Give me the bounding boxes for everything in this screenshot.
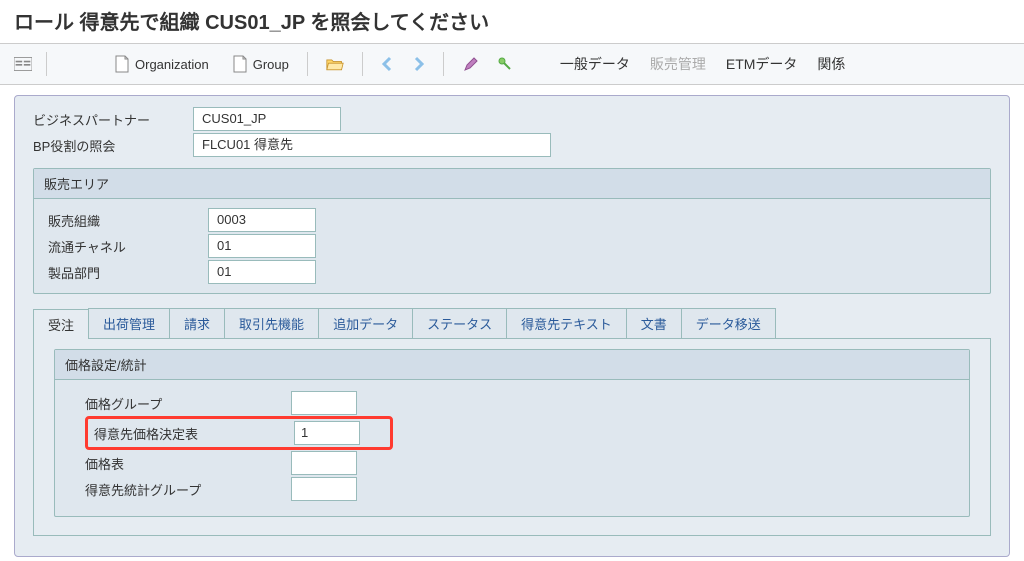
general-data-link[interactable]: 一般データ [554, 52, 636, 76]
tabstrip: 受注 出荷管理 請求 取引先機能 追加データ ステータス 得意先テキスト 文書 … [33, 308, 991, 339]
tab-data-transfer[interactable]: データ移送 [681, 308, 776, 338]
price-group-input[interactable] [291, 391, 357, 415]
sales-area-title: 販売エリア [34, 169, 990, 199]
tab-order[interactable]: 受注 [33, 309, 89, 339]
stats-group-input[interactable] [291, 477, 357, 501]
arrow-right-icon[interactable] [409, 55, 427, 73]
group-label: Group [253, 57, 289, 72]
division-input[interactable]: 01 [208, 260, 316, 284]
organization-label: Organization [135, 57, 209, 72]
menu-icon[interactable] [14, 55, 32, 73]
folder-open-icon[interactable] [326, 55, 344, 73]
bp-role-input[interactable]: FLCU01 得意先 [193, 133, 551, 157]
pricing-group-title: 価格設定/統計 [55, 350, 969, 380]
bp-role-label: BP役割の照会 [33, 136, 193, 155]
arrow-left-icon[interactable] [379, 55, 397, 73]
group-button[interactable]: Group [227, 53, 293, 75]
price-list-input[interactable] [291, 451, 357, 475]
stats-group-label: 得意先統計グループ [85, 480, 291, 499]
etm-data-link[interactable]: ETMデータ [720, 52, 804, 76]
toolbar: Organization Group 一般データ 販売管理 ETMデータ 関係 [0, 44, 1024, 85]
division-label: 製品部門 [48, 263, 208, 282]
document-icon [113, 55, 131, 73]
dist-channel-input[interactable]: 01 [208, 234, 316, 258]
price-list-label: 価格表 [85, 454, 291, 473]
organization-button[interactable]: Organization [109, 53, 213, 75]
tab-documents[interactable]: 文書 [626, 308, 682, 338]
tab-customer-text[interactable]: 得意先テキスト [506, 308, 627, 338]
tab-status[interactable]: ステータス [412, 308, 507, 338]
cust-pricing-input[interactable]: 1 [294, 421, 360, 445]
pricing-group: 価格設定/統計 価格グループ 得意先価格決定表 1 価格表 得意先統計グループ [54, 349, 970, 517]
tab-billing[interactable]: 請求 [169, 308, 225, 338]
cust-pricing-highlight: 得意先価格決定表 1 [85, 416, 393, 450]
sales-area-group: 販売エリア 販売組織 0003 流通チャネル 01 製品部門 01 [33, 168, 991, 294]
tab-panel-order: 価格設定/統計 価格グループ 得意先価格決定表 1 価格表 得意先統計グループ [33, 339, 991, 536]
edit-icon[interactable] [462, 55, 480, 73]
relations-link[interactable]: 関係 [811, 52, 851, 76]
tab-additional-data[interactable]: 追加データ [318, 308, 413, 338]
sales-mgmt-link: 販売管理 [644, 52, 712, 76]
sales-org-input[interactable]: 0003 [208, 208, 316, 232]
tab-shipping[interactable]: 出荷管理 [88, 308, 170, 338]
check-icon[interactable] [496, 55, 514, 73]
dist-channel-label: 流通チャネル [48, 237, 208, 256]
main-panel: ビジネスパートナー CUS01_JP BP役割の照会 FLCU01 得意先 販売… [14, 95, 1010, 557]
tab-partner[interactable]: 取引先機能 [224, 308, 319, 338]
sales-org-label: 販売組織 [48, 211, 208, 230]
bp-input[interactable]: CUS01_JP [193, 107, 341, 131]
page-title: ロール 得意先で組織 CUS01_JP を照会してください [0, 0, 1024, 44]
document-icon [231, 55, 249, 73]
bp-label: ビジネスパートナー [33, 110, 193, 129]
cust-pricing-label: 得意先価格決定表 [94, 424, 294, 443]
price-group-label: 価格グループ [85, 394, 291, 413]
